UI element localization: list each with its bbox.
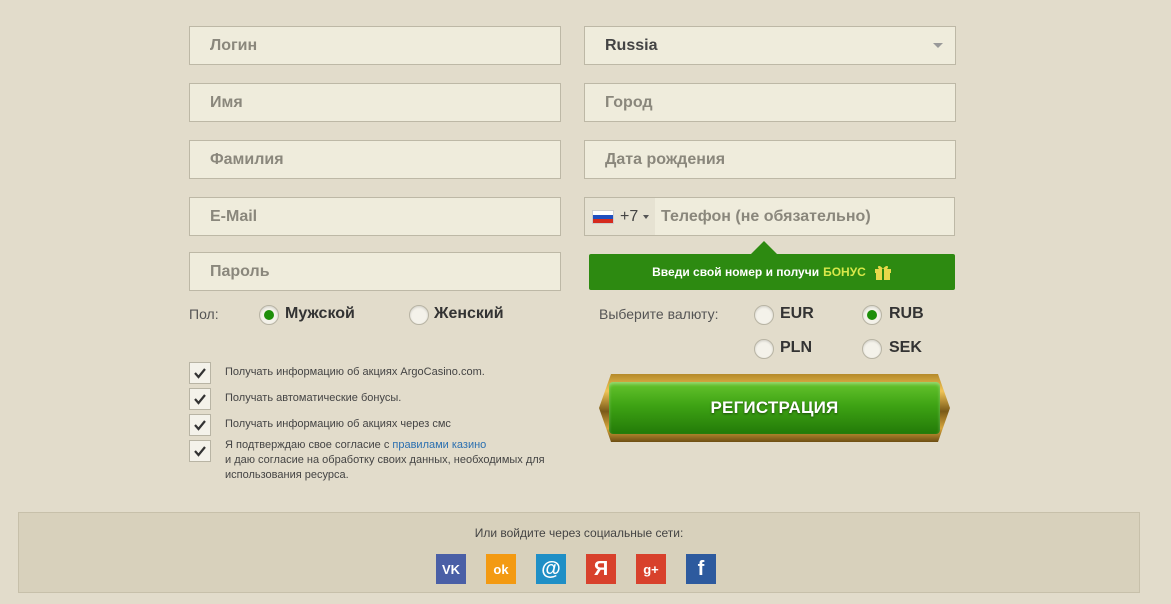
- city-placeholder: Город: [605, 94, 653, 111]
- country-value: Russia: [605, 37, 658, 54]
- checkbox-sms-info[interactable]: [189, 414, 211, 436]
- currency-sek-radio[interactable]: [862, 339, 882, 359]
- yandex-icon[interactable]: Я: [586, 554, 616, 584]
- mailru-icon[interactable]: @: [536, 554, 566, 584]
- name-input[interactable]: Имя: [189, 83, 561, 122]
- login-input[interactable]: Логин: [189, 26, 561, 65]
- checkbox-auto-bonus[interactable]: [189, 388, 211, 410]
- terms-text-after: и даю согласие на обработку своих данных…: [225, 454, 545, 481]
- email-input[interactable]: E-Mail: [189, 197, 561, 236]
- name-placeholder: Имя: [210, 94, 243, 111]
- phone-prefix-value: +7: [620, 208, 639, 225]
- currency-rub-radio[interactable]: [862, 305, 882, 325]
- password-input[interactable]: Пароль: [189, 252, 561, 291]
- birthdate-input[interactable]: Дата рождения: [584, 140, 956, 179]
- checkbox-promo-info[interactable]: [189, 362, 211, 384]
- phone-field[interactable]: +7 Телефон (не обязательно): [584, 197, 955, 236]
- currency-label: Выберите валюту:: [599, 306, 719, 322]
- checkmark-icon: [194, 394, 206, 405]
- vk-icon[interactable]: VK: [436, 554, 466, 584]
- city-input[interactable]: Город: [584, 83, 956, 122]
- register-button-label: РЕГИСТРАЦИЯ: [609, 382, 940, 434]
- gender-male-radio[interactable]: [259, 305, 279, 325]
- surname-input[interactable]: Фамилия: [189, 140, 561, 179]
- currency-eur-label[interactable]: EUR: [780, 305, 814, 323]
- checkbox-promo-info-label: Получать информацию об акциях ArgoCasino…: [225, 366, 485, 378]
- currency-pln-label[interactable]: PLN: [780, 339, 812, 357]
- currency-eur-radio[interactable]: [754, 305, 774, 325]
- currency-sek-label[interactable]: SEK: [889, 339, 922, 357]
- bonus-highlight: БОНУС: [823, 265, 866, 279]
- social-login-title: Или войдите через социальные сети:: [474, 526, 684, 540]
- surname-placeholder: Фамилия: [210, 151, 284, 168]
- chevron-down-icon: [933, 43, 943, 48]
- facebook-icon[interactable]: f: [686, 554, 716, 584]
- terms-text-before: Я подтверждаю свое согласие с: [225, 439, 390, 451]
- currency-rub-label[interactable]: RUB: [889, 305, 924, 323]
- checkmark-icon: [194, 446, 206, 457]
- odnoklassniki-icon[interactable]: ok: [486, 554, 516, 584]
- checkmark-icon: [194, 368, 206, 379]
- checkbox-terms-consent-label: Я подтверждаю свое согласие с правилами …: [225, 438, 545, 483]
- casino-rules-link[interactable]: правилами казино: [392, 439, 486, 451]
- gift-icon: [874, 263, 892, 281]
- checkbox-auto-bonus-label: Получать автоматические бонусы.: [225, 392, 402, 404]
- gender-female-radio[interactable]: [409, 305, 429, 325]
- bonus-banner: Введи свой номер и получи БОНУС: [589, 241, 955, 290]
- gender-male-label[interactable]: Мужской: [285, 305, 355, 323]
- password-placeholder: Пароль: [210, 263, 270, 280]
- caret-down-icon: [643, 214, 650, 219]
- currency-pln-radio[interactable]: [754, 339, 774, 359]
- checkbox-terms-consent[interactable]: [189, 440, 211, 462]
- gender-label: Пол:: [189, 306, 219, 322]
- phone-placeholder: Телефон (не обязательно): [661, 208, 871, 225]
- register-button[interactable]: РЕГИСТРАЦИЯ: [599, 374, 950, 442]
- checkmark-icon: [194, 420, 206, 431]
- bonus-text: Введи свой номер и получи: [652, 265, 820, 279]
- country-select[interactable]: Russia: [584, 26, 956, 65]
- google-plus-icon[interactable]: g+: [636, 554, 666, 584]
- gender-female-label[interactable]: Женский: [434, 305, 504, 323]
- login-placeholder: Логин: [210, 37, 258, 54]
- checkbox-sms-info-label: Получать информацию об акциях через смс: [225, 418, 451, 430]
- phone-country-selector[interactable]: +7: [585, 198, 655, 235]
- email-placeholder: E-Mail: [210, 208, 258, 225]
- social-login-panel: Или войдите через социальные сети: VK ok @…: [18, 512, 1140, 593]
- russia-flag-icon: [592, 209, 614, 224]
- birthdate-placeholder: Дата рождения: [605, 151, 726, 168]
